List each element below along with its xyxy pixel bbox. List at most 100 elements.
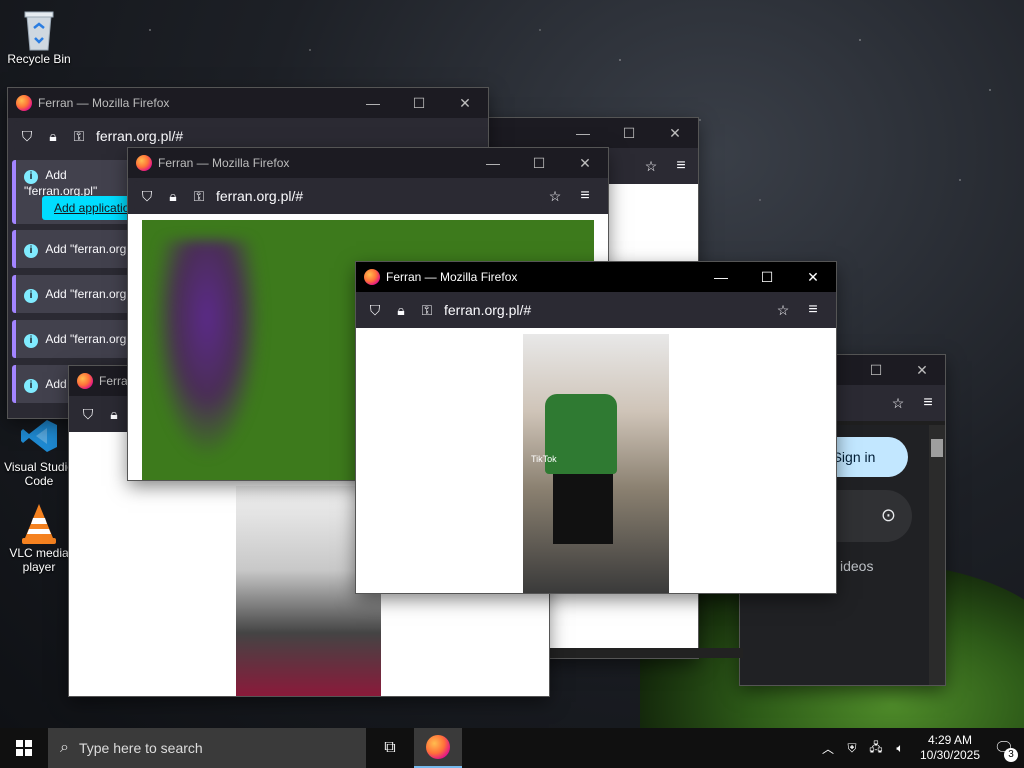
bookmark-star-icon[interactable]: ☆ xyxy=(770,302,796,319)
taskbar-firefox[interactable] xyxy=(414,728,462,768)
volume-muted-icon[interactable]: 🔈︎ xyxy=(888,741,912,756)
close-button[interactable]: ✕ xyxy=(442,88,488,118)
notification-item[interactable]: i Add "ferran.org.pl" Add application xyxy=(12,160,164,224)
security-warning-icon[interactable]: ⛨ xyxy=(840,741,864,756)
blurred-figure xyxy=(152,240,262,460)
shield-icon[interactable]: ⛉ xyxy=(14,128,40,145)
title-bar: Ferran — Mozilla Firefox — ☐ ✕ xyxy=(128,148,608,178)
vlc-cone-icon xyxy=(19,502,59,544)
info-icon: i xyxy=(24,289,38,303)
scrollbar[interactable] xyxy=(929,425,945,685)
firefox-logo-icon xyxy=(136,155,152,171)
firefox-logo-icon xyxy=(426,735,450,759)
firefox-logo-icon xyxy=(364,269,380,285)
video-watermark: TikTok xyxy=(531,454,557,464)
shield-icon[interactable]: ⛉ xyxy=(75,406,101,423)
maximize-button[interactable]: ☐ xyxy=(744,262,790,292)
notification-item[interactable]: i Add "ferran.org xyxy=(12,230,142,268)
minimize-button[interactable]: — xyxy=(698,262,744,292)
info-icon: i xyxy=(24,334,38,348)
info-icon: i xyxy=(24,379,38,393)
close-button[interactable]: ✕ xyxy=(790,262,836,292)
permissions-icon[interactable]: ⚿ xyxy=(186,188,212,205)
close-button[interactable]: ✕ xyxy=(562,148,608,178)
permissions-icon[interactable]: ⚿ xyxy=(66,128,92,145)
notification-item[interactable]: i Add "ferran.org xyxy=(12,320,142,358)
url-bar[interactable]: ⛉ 🔒︎ ⚿ ferran.org.pl/# xyxy=(14,121,482,151)
permissions-icon[interactable]: ⚿ xyxy=(414,302,440,319)
taskbar-search[interactable]: ⌕ Type here to search xyxy=(48,728,366,768)
maximize-button[interactable]: ☐ xyxy=(606,118,652,148)
title-bar: Ferran — Mozilla Firefox — ☐ ✕ xyxy=(8,88,488,118)
url-text[interactable]: ferran.org.pl/# xyxy=(216,188,542,204)
close-button[interactable]: ✕ xyxy=(899,355,945,385)
hamburger-menu-icon[interactable]: ≡ xyxy=(664,157,698,175)
navigation-bar: ⛉ 🔒︎ ⚿ ferran.org.pl/# ☆ ≡ xyxy=(128,178,608,214)
shield-icon[interactable]: ⛉ xyxy=(134,188,160,205)
search-placeholder: Type here to search xyxy=(78,740,203,756)
network-icon[interactable]: 🖧︎ xyxy=(864,738,888,759)
desktop-icon-label: Visual Studio Code xyxy=(4,460,74,488)
notification-text: Add xyxy=(45,377,67,391)
vscode-icon xyxy=(19,416,59,456)
recycle-bin-icon xyxy=(19,8,59,51)
search-icon: ⌕ xyxy=(60,739,69,756)
info-icon: i xyxy=(24,244,38,258)
scrollbar-thumb[interactable] xyxy=(931,439,943,457)
task-view-icon: ⧉ xyxy=(384,739,396,756)
url-bar[interactable]: ⛉ 🔒︎ ⚿ ferran.org.pl/# xyxy=(362,295,770,325)
desktop-icon-label: Recycle Bin xyxy=(7,52,71,66)
start-button[interactable] xyxy=(0,728,48,768)
clock-time: 4:29 AM xyxy=(927,733,973,747)
chevron-up-icon[interactable]: ︿ xyxy=(816,740,840,757)
notification-text: Add "ferran.org xyxy=(45,242,127,256)
bookmark-star-icon[interactable]: ☆ xyxy=(542,188,568,205)
hamburger-menu-icon[interactable]: ≡ xyxy=(796,301,830,319)
hamburger-menu-icon[interactable]: ≡ xyxy=(568,187,602,205)
maximize-button[interactable]: ☐ xyxy=(853,355,899,385)
lens-camera-icon[interactable]: ⊙ xyxy=(881,505,896,526)
url-bar[interactable]: ⛉ 🔒︎ ⚿ ferran.org.pl/# xyxy=(134,181,542,211)
notification-text: Add "ferran.org xyxy=(45,287,127,301)
maximize-button[interactable]: ☐ xyxy=(396,88,442,118)
clock[interactable]: 4:29 AM 10/30/2025 xyxy=(916,733,984,763)
shield-icon[interactable]: ⛉ xyxy=(362,302,388,319)
desktop-icon-recycle-bin[interactable]: Recycle Bin xyxy=(0,8,78,66)
bookmark-star-icon[interactable]: ☆ xyxy=(638,158,664,175)
desktop-icon-label: VLC media player xyxy=(9,546,69,574)
tiktok-video[interactable]: TikTok xyxy=(523,334,669,593)
close-button[interactable]: ✕ xyxy=(652,118,698,148)
taskbar: ⌕ Type here to search ⧉ ︿ ⛨ 🖧︎ 🔈︎ 4:29 A… xyxy=(0,728,1024,768)
minimize-button[interactable]: — xyxy=(470,148,516,178)
notification-text: Add "ferran.org xyxy=(45,332,127,346)
firefox-window-active[interactable]: Ferran — Mozilla Firefox — ☐ ✕ ⛉ 🔒︎ ⚿ fe… xyxy=(356,262,836,593)
url-text[interactable]: ferran.org.pl/# xyxy=(444,302,770,318)
bookmark-star-icon[interactable]: ☆ xyxy=(885,395,911,412)
lock-icon[interactable]: 🔒︎ xyxy=(160,188,186,205)
action-center-button[interactable]: 🗨︎ 3 xyxy=(984,728,1024,768)
lock-icon[interactable]: 🔒︎ xyxy=(101,406,127,423)
window-title: Ferran — Mozilla Firefox xyxy=(38,96,170,110)
maximize-button[interactable]: ☐ xyxy=(516,148,562,178)
url-text[interactable]: ferran.org.pl/# xyxy=(96,128,482,144)
info-icon: i xyxy=(24,170,38,184)
hamburger-menu-icon[interactable]: ≡ xyxy=(911,394,945,412)
navigation-bar: ⛉ 🔒︎ ⚿ ferran.org.pl/# ☆ ≡ xyxy=(356,292,836,328)
window-title: Ferran — Mozilla Firefox xyxy=(158,156,290,170)
desktop-icon-vscode[interactable]: Visual Studio Code xyxy=(0,416,78,488)
lock-icon[interactable]: 🔒︎ xyxy=(40,128,66,145)
minimize-button[interactable]: — xyxy=(350,88,396,118)
desktop-icon-vlc[interactable]: VLC media player xyxy=(0,502,78,574)
minimize-button[interactable]: — xyxy=(560,118,606,148)
firefox-logo-icon xyxy=(77,373,93,389)
window-title: Ferran — Mozilla Firefox xyxy=(386,270,518,284)
dancer-figure xyxy=(553,474,613,544)
clock-date: 10/30/2025 xyxy=(919,748,981,762)
system-tray: ︿ ⛨ 🖧︎ 🔈︎ 4:29 AM 10/30/2025 🗨︎ 3 xyxy=(816,728,1024,768)
firefox-logo-icon xyxy=(16,95,32,111)
lock-icon[interactable]: 🔒︎ xyxy=(388,302,414,319)
task-view-button[interactable]: ⧉ xyxy=(366,728,414,768)
videos-link[interactable]: ideos xyxy=(840,558,873,574)
notification-item[interactable]: i Add "ferran.org xyxy=(12,275,142,313)
windows-logo-icon xyxy=(16,740,32,756)
